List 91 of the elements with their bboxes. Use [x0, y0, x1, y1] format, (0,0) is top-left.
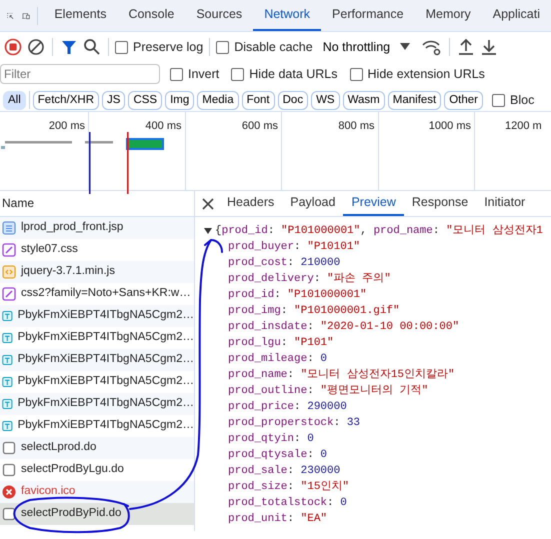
type-filter-chip[interactable]: Other: [444, 90, 483, 110]
json-property: prod_insdate: "2020-01-10 00:00:00": [227, 320, 460, 335]
file-icon: [2, 441, 16, 455]
font-icon: [2, 397, 13, 411]
request-row[interactable]: PbykFmXiEBPT4ITbgNA5Cgm2…: [0, 327, 194, 349]
json-property: prod_img: "P101000001.gif": [227, 304, 401, 319]
request-row[interactable]: PbykFmXiEBPT4ITbgNA5Cgm2…: [0, 415, 194, 437]
json-property: prod_cost: 210000: [227, 256, 342, 271]
record-icon[interactable]: [3, 37, 23, 57]
file-icon: [2, 507, 16, 521]
detail-tab[interactable]: Preview: [343, 191, 404, 216]
detail-tab[interactable]: Initiator: [476, 191, 534, 216]
json-property: prod_id: "P101000001": [227, 288, 368, 303]
json-property: prod_size: "15인치": [227, 480, 350, 495]
detail-tab[interactable]: Headers: [219, 191, 282, 216]
json-property: prod_outline: "평면모니터의 기적": [227, 384, 430, 399]
request-row[interactable]: lprod_prod_front.jsp: [0, 217, 194, 239]
json-property: prod_lgu: "P101": [227, 336, 335, 351]
script-icon: [2, 265, 16, 279]
devtools-tab[interactable]: Network: [253, 0, 322, 31]
devtools-tab[interactable]: Applicati: [482, 0, 551, 31]
json-property: prod_mileage: 0: [227, 352, 328, 367]
request-row[interactable]: selectProdByPid.do: [0, 503, 194, 525]
json-property: prod_sale: 230000: [227, 464, 342, 479]
font-icon: [2, 309, 13, 323]
font-icon: [2, 331, 13, 345]
stylesheet-icon: [2, 287, 16, 301]
stylesheet-icon: [2, 243, 16, 257]
json-property: prod_totalstock: 0: [227, 496, 348, 511]
type-filter-chip[interactable]: Doc: [278, 90, 308, 110]
error-icon: [2, 485, 16, 499]
blocked-requests-checkbox[interactable]: Bloc: [492, 90, 534, 110]
type-filter-chip[interactable]: Fetch/XHR: [32, 90, 100, 110]
timeline-tick-label: 400 ms: [145, 120, 182, 132]
request-row[interactable]: favicon.ico: [0, 481, 194, 503]
detail-tab[interactable]: Payload: [282, 191, 344, 216]
request-row[interactable]: PbykFmXiEBPT4ITbgNA5Cgm2…: [0, 371, 194, 393]
devtools-tab[interactable]: Console: [117, 0, 186, 31]
detail-tab[interactable]: Response: [404, 191, 476, 216]
timeline-tick-label: 800 ms: [338, 120, 374, 132]
type-filter-chip[interactable]: Media: [197, 90, 239, 110]
devtools-tab[interactable]: Memory: [414, 0, 482, 31]
json-property: prod_qtysale: 0: [227, 448, 328, 463]
timeline-tick-label: 200 ms: [48, 120, 85, 132]
type-filter-chip[interactable]: All: [3, 90, 26, 110]
load-marker-line: [127, 132, 129, 194]
json-property: prod_buyer: "P10101": [227, 240, 362, 255]
type-filter-chip[interactable]: WS: [311, 90, 340, 110]
load-marker-line: [89, 132, 91, 194]
json-property: prod_delivery: "파손 주의": [227, 272, 392, 287]
file-icon: [2, 463, 16, 477]
document-icon: [2, 221, 16, 235]
clear-icon[interactable]: [26, 37, 46, 57]
request-row[interactable]: css2?family=Noto+Sans+KR:w…: [0, 283, 194, 305]
request-row[interactable]: selectProdByLgu.do: [0, 459, 194, 481]
request-row[interactable]: PbykFmXiEBPT4ITbgNA5Cgm2…: [0, 305, 194, 327]
request-row[interactable]: selectLprod.do: [0, 437, 194, 459]
filter-option-checkbox[interactable]: Invert: [170, 64, 220, 84]
type-filter-chip[interactable]: Wasm: [342, 90, 385, 110]
font-icon: [2, 375, 13, 389]
request-row[interactable]: style07.css: [0, 239, 194, 261]
json-property: prod_price: 290000: [227, 400, 348, 415]
filter-option-checkbox[interactable]: Hide data URLs: [231, 64, 338, 84]
json-summary: {prod_id: "P101000001", prod_name: "모니터 삼성전자1: [215, 224, 543, 239]
timeline-tick-label: 1200 m: [505, 120, 542, 132]
font-icon: [2, 353, 13, 367]
type-filter-chip[interactable]: CSS: [128, 90, 162, 110]
request-row[interactable]: PbykFmXiEBPT4ITbgNA5Cgm2…: [0, 393, 194, 415]
request-row[interactable]: PbykFmXiEBPT4ITbgNA5Cgm2…: [0, 349, 194, 371]
type-filter-chip[interactable]: Manifest: [388, 90, 442, 110]
disable-cache-checkbox[interactable]: Disable cache: [216, 38, 313, 56]
timeline-tick-label: 1000 ms: [428, 120, 471, 132]
json-property: prod_properstock: 33: [227, 416, 362, 431]
devtools-tab[interactable]: Elements: [43, 0, 118, 31]
json-property: prod_unit: "EA": [227, 512, 328, 527]
type-filter-chip[interactable]: Img: [165, 90, 194, 110]
font-icon: [2, 419, 13, 433]
devtools-tab[interactable]: Sources: [185, 0, 254, 31]
timeline-tick-label: 600 ms: [242, 120, 278, 132]
json-property: prod_name: "모니터 삼성전자15인치칼라": [227, 368, 456, 383]
search-icon[interactable]: [82, 37, 102, 57]
throttling-dropdown[interactable]: No throttling: [318, 38, 418, 56]
filter-field[interactable]: Filter: [0, 64, 160, 84]
devtools-tab[interactable]: Performance: [321, 0, 415, 31]
type-filter-chip[interactable]: JS: [102, 90, 126, 110]
expand-caret-icon[interactable]: [203, 226, 213, 236]
request-row[interactable]: jquery-3.7.1.min.js: [0, 261, 194, 283]
filter-option-checkbox[interactable]: Hide extension URLs: [350, 64, 485, 84]
type-filter-chip[interactable]: Font: [242, 90, 275, 110]
json-property: prod_qtyin: 0: [227, 432, 315, 447]
preserve-log-checkbox[interactable]: Preserve log: [115, 38, 204, 56]
